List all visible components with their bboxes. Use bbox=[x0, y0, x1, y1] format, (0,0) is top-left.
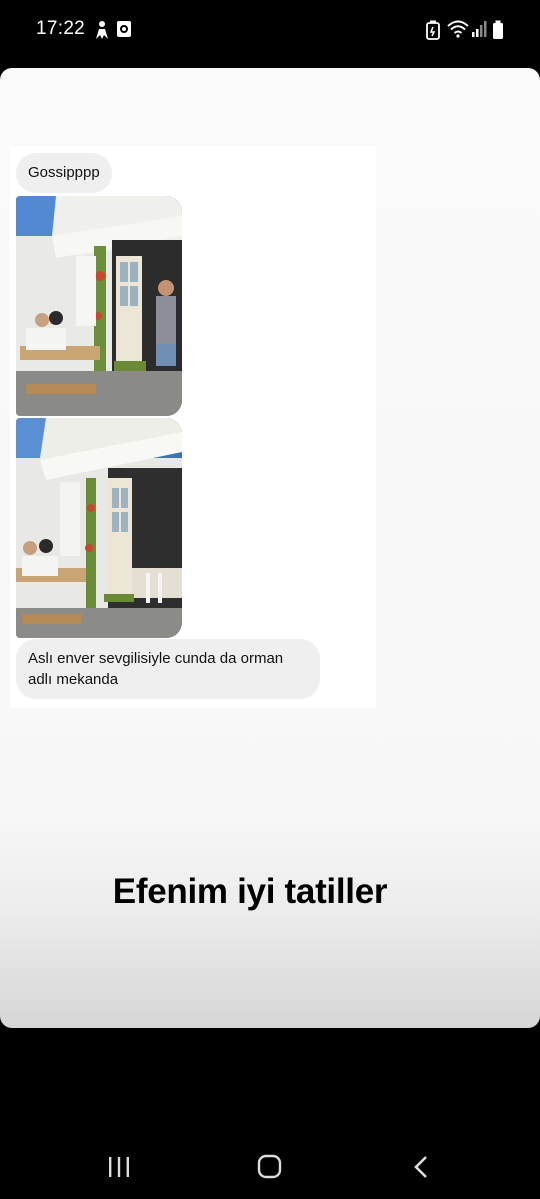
cafe-photo[interactable] bbox=[16, 196, 182, 416]
status-time: 17:22 bbox=[36, 18, 86, 39]
message-bubble: Aslı enver sevgilisiyle cunda da orman a… bbox=[16, 639, 320, 699]
navigation-bar bbox=[0, 1140, 540, 1199]
story-card[interactable]: Gossipppp Aslı enver sevgilisiyle cunda … bbox=[0, 68, 540, 1028]
message-bubble: Gossipppp bbox=[16, 153, 112, 193]
battery-icon bbox=[492, 20, 504, 45]
story-caption: Efenim iyi tatiller bbox=[112, 872, 388, 911]
person-notification-icon bbox=[93, 20, 111, 45]
home-icon[interactable] bbox=[250, 1152, 290, 1182]
signal-icon bbox=[471, 20, 487, 43]
cafe-photo[interactable] bbox=[16, 418, 182, 638]
chat-screenshot: Gossipppp Aslı enver sevgilisiyle cunda … bbox=[10, 146, 376, 708]
battery-saver-icon bbox=[426, 20, 440, 45]
back-icon[interactable] bbox=[401, 1152, 441, 1182]
status-bar: 17:22 bbox=[0, 0, 540, 62]
camera-notification-icon bbox=[116, 20, 132, 43]
wifi-icon bbox=[447, 20, 469, 43]
recents-icon[interactable] bbox=[99, 1152, 139, 1182]
